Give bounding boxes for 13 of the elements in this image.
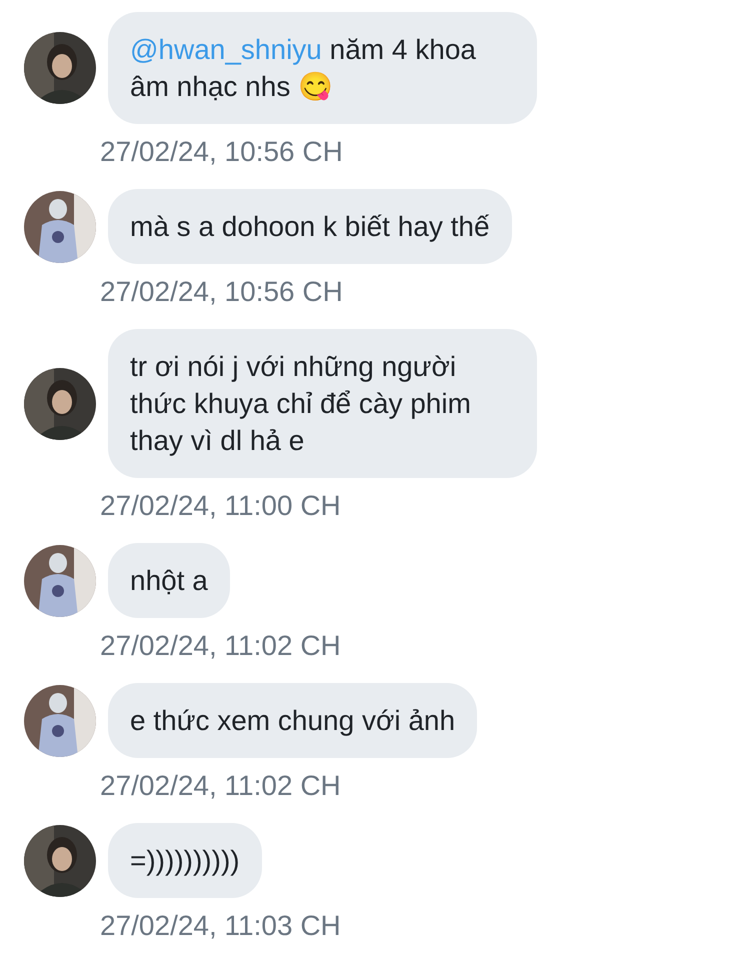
timestamp: 27/02/24, 11:02 CH [100,629,342,663]
timestamp: 27/02/24, 10:56 CH [100,135,344,169]
message-bubble: nhột a [108,543,230,618]
mention-link[interactable]: @hwan_shniyu [130,34,322,65]
timestamp: 27/02/24, 11:03 CH [100,909,342,943]
message-bubble: tr ơi nói j với những người thức khuya chỉ để cày phim thay vì dl hả e [108,329,537,478]
timestamp: 27/02/24, 11:02 CH [100,769,342,803]
message-bubble: mà s a dohoon k biết hay thế [108,189,512,264]
message-bubble: =)))))))))) [108,823,262,898]
timestamp: 27/02/24, 10:56 CH [100,275,344,309]
message-bubble: @hwan_shniyu năm 4 khoa âm nhạc nhs 😋 [108,12,537,124]
message-bubble: e thức xem chung với ảnh [108,683,478,758]
timestamp: 27/02/24, 11:00 CH [100,489,342,523]
